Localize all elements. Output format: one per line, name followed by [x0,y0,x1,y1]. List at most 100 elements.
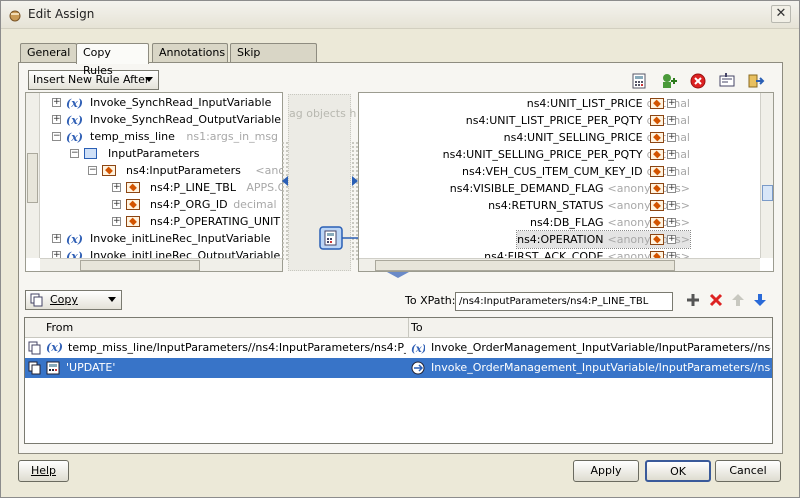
expand-icon[interactable]: + [667,133,676,142]
tree-item-label: ns4:UNIT_SELLING_PRICE [503,131,643,144]
tree-item-type: <anonymous> [607,199,690,212]
tab-copy-rules[interactable]: Copy Rules [76,43,149,77]
expand-icon[interactable]: + [667,201,676,210]
target-tree-item[interactable]: ns4:DB_FLAG <anonymous> [530,214,690,231]
target-tree-item[interactable]: ns4:UNIT_LIST_PRICEdecimal [527,95,690,112]
svg-text:(x): (x) [411,344,425,355]
copy-icon [28,361,41,375]
target-tree-hscrollbar[interactable] [359,258,760,271]
column-header-from[interactable]: From [46,321,73,334]
resize-handle-icon[interactable] [387,272,409,278]
element-icon [650,132,664,143]
apply-label: Apply [590,464,622,477]
scroll-thumb[interactable] [762,185,773,201]
copy-type-label: Copy [50,293,78,306]
expand-icon[interactable]: + [52,234,61,243]
tree-item-type: <anonymous> [607,182,690,195]
collapse-icon[interactable]: − [88,166,97,175]
target-tree-item[interactable]: ns4:OPERATION <anonymous> [516,230,691,249]
tree-item-label: temp_miss_line [90,130,175,143]
left-connector-strip [281,141,289,261]
tree-item-label: ns4:InputParameters [126,164,241,177]
element-icon [650,149,664,160]
scroll-thumb[interactable] [375,260,675,271]
expand-icon[interactable]: + [667,116,676,125]
table-row[interactable]: (x) temp_miss_line/InputParameters//ns4:… [25,338,772,358]
variable-icon: (x) [46,341,63,354]
move-down-icon[interactable] [753,292,767,308]
tab-skip-condition[interactable]: Skip Condition [230,43,317,77]
tree-item-label: ns4:P_OPERATING_UNIT [150,215,281,228]
expand-icon[interactable]: + [667,150,676,159]
copy-type-select[interactable]: Copy [25,290,122,310]
tree-item-type: decimal [233,198,277,211]
expand-icon[interactable]: + [112,217,121,226]
tab-annotations[interactable]: Annotations [152,43,228,63]
cancel-button[interactable]: Cancel [715,460,781,482]
tree-item-label: ns4:UNIT_LIST_PRICE [526,97,643,110]
remove-variable-icon[interactable] [689,72,707,90]
copy-rules-table[interactable]: From To (x) temp_miss_line/InputParamete… [24,317,773,444]
tree-item-label: ns4:RETURN_STATUS [488,199,604,212]
expand-icon[interactable]: + [667,235,676,244]
map-icon[interactable] [747,72,765,90]
tab-general[interactable]: General [20,43,77,63]
chevron-down-icon [145,77,153,82]
expression-builder-icon[interactable] [631,72,649,90]
tree-item-label: Invoke_SynchRead_InputVariable [90,96,272,109]
rule-from-cell: 'UPDATE' [66,361,116,374]
source-tree-hscrollbar[interactable] [40,258,282,271]
tree-item-type: <anonymous> [607,216,690,229]
ok-button[interactable]: OK [645,460,711,482]
variable-icon: (x) [411,344,425,355]
tree-item-type: APPS.OE_ [246,181,282,194]
tree-item-label: ns4:UNIT_SELLING_PRICE_PER_PQTY [442,148,643,161]
copy-icon [30,293,43,307]
element-icon [126,182,140,193]
properties-icon[interactable] [718,72,736,90]
expand-icon[interactable]: + [112,183,121,192]
help-button[interactable]: Help [18,460,69,482]
apply-button[interactable]: Apply [573,460,639,482]
expand-icon[interactable]: + [667,167,676,176]
tree-item-label: ns4:VEH_CUS_ITEM_CUM_KEY_ID [462,165,643,178]
move-up-icon[interactable] [731,292,745,308]
drag-hint: ag objects h [289,107,357,120]
target-tree[interactable]: ns4:UNIT_LIST_PRICEdecimal+ns4:UNIT_LIST… [358,92,774,272]
column-header-to[interactable]: To [411,321,423,334]
tree-item-label: Invoke_SynchRead_OutputVariable [90,113,282,126]
tab-label: General [27,46,71,59]
table-row-selected[interactable]: 'UPDATE' Invoke_OrderManagement_InputVar… [25,358,772,378]
element-icon [650,200,664,211]
rule-from-cell: temp_miss_line/InputParameters//ns4:Inpu… [68,341,406,354]
collapse-icon[interactable]: − [52,132,61,141]
expand-icon[interactable]: + [52,115,61,124]
element-icon [650,98,664,109]
scroll-thumb[interactable] [80,260,200,271]
target-tree-vscrollbar[interactable] [760,93,773,258]
expand-icon[interactable]: + [667,184,676,193]
expand-icon[interactable]: + [112,200,121,209]
tree-item-label: InputParameters [108,147,200,160]
expand-icon[interactable]: + [667,218,676,227]
source-tree[interactable]: +(x)Invoke_SynchRead_InputVariablens3:+(… [25,92,283,272]
add-variable-icon[interactable] [660,72,678,90]
element-icon [650,166,664,177]
source-tree-vscrollbar[interactable] [26,93,40,258]
help-label: Help [30,464,57,477]
to-xpath-input[interactable]: /ns4:InputParameters/ns4:P_LINE_TBL [455,292,673,311]
tree-item-label: ns4:P_LINE_TBL [150,181,236,194]
add-rule-icon[interactable] [685,292,701,308]
ok-label: OK [670,465,686,478]
close-button[interactable]: ✕ [771,5,791,23]
scroll-thumb[interactable] [27,153,38,203]
tree-item-type: <anonymous> [607,233,690,246]
delete-rule-icon[interactable] [708,292,724,308]
expand-icon[interactable]: + [667,99,676,108]
collapse-icon[interactable]: − [70,149,79,158]
tab-label: Annotations [159,46,226,59]
element-icon [650,217,664,228]
assign-icon [9,10,21,22]
column-divider [408,318,409,338]
expand-icon[interactable]: + [52,98,61,107]
